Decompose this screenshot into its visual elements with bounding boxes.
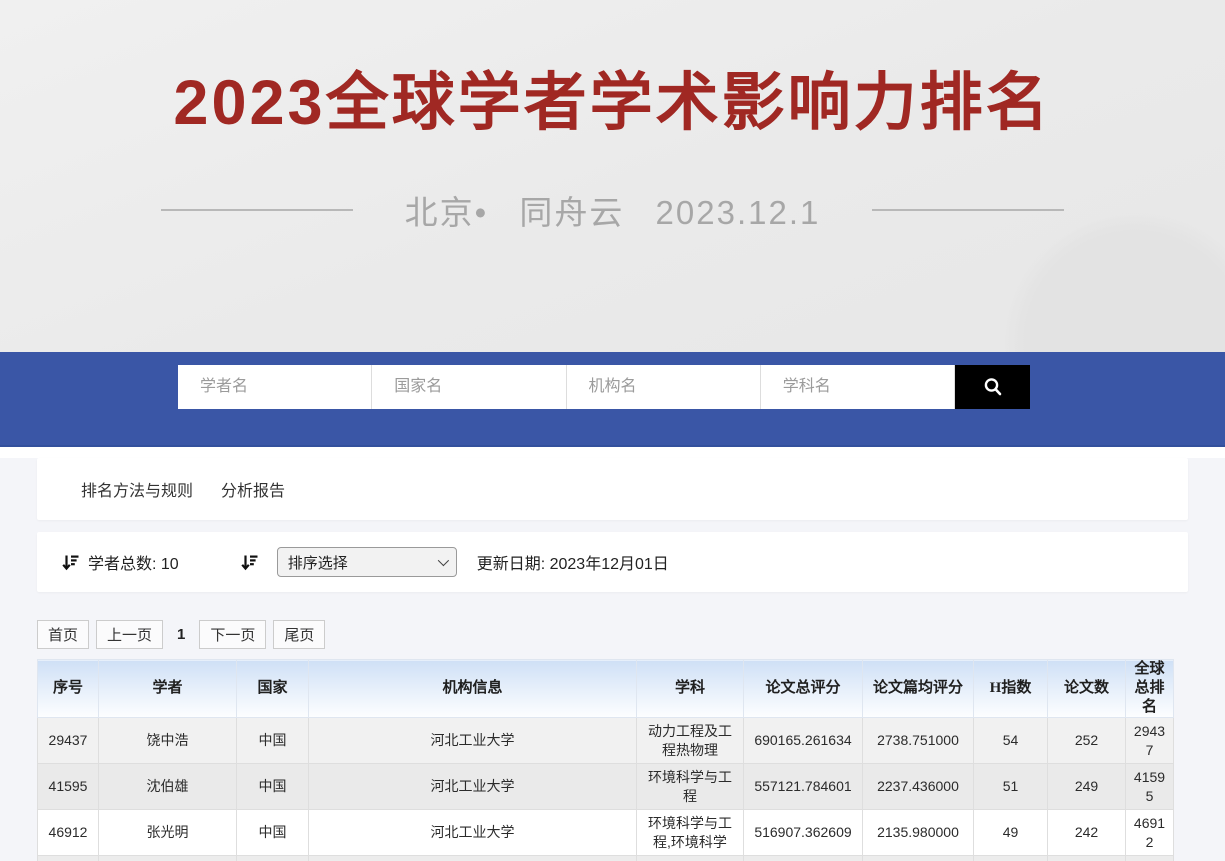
table-cell: 2738.751000 <box>863 718 974 764</box>
table-cell <box>1126 856 1174 861</box>
search-icon <box>982 376 1004 398</box>
pagination-last-button[interactable]: 尾页 <box>273 620 325 649</box>
table-cell <box>637 856 744 861</box>
column-header: 论文篇均评分 <box>863 660 974 718</box>
sort-select-value: 排序选择 <box>288 552 438 573</box>
scholar-total-value: 10 <box>161 556 179 573</box>
table-cell: 46912 <box>38 810 99 856</box>
table-cell: 沈伯雄 <box>99 764 237 810</box>
table-row: 46912张光明中国河北工业大学环境科学与工程,环境科学516907.36260… <box>38 810 1174 856</box>
nav-link-analysis-report[interactable]: 分析报告 <box>221 477 285 501</box>
column-header: 序号 <box>38 660 99 718</box>
table-cell <box>863 856 974 861</box>
pagination: 首页 上一页 1 下一页 尾页 <box>37 620 1188 649</box>
column-header: 全球总排名 <box>1126 660 1174 718</box>
table-cell: 河北工业大学 <box>309 718 637 764</box>
update-date-label: 更新日期: <box>477 556 545 573</box>
table-cell: 51 <box>974 764 1048 810</box>
table-cell: 中国 <box>237 810 309 856</box>
table-cell: 29437 <box>38 718 99 764</box>
table-header-row: 序号学者国家机构信息学科论文总评分论文篇均评分H指数论文数全球总排名 <box>38 660 1174 718</box>
column-header: 国家 <box>237 660 309 718</box>
pagination-current-page: 1 <box>177 626 185 643</box>
search-band <box>0 352 1225 447</box>
page-title: 2023全球学者学术影响力排名 <box>0 52 1225 143</box>
pagination-prev-button[interactable]: 上一页 <box>96 620 163 649</box>
table-cell: 49 <box>974 810 1048 856</box>
subtitle-left-line <box>161 209 353 211</box>
table-cell: 242 <box>1048 810 1126 856</box>
content-area: 排名方法与规则 分析报告 学者总数: 10 排序选择 <box>0 458 1225 861</box>
table-cell <box>974 856 1048 861</box>
table-cell: 环境科学与工程 <box>637 764 744 810</box>
banner: 2023全球学者学术影响力排名 北京• 同舟云 2023.12.1 <box>0 0 1225 352</box>
table-cell: 2135.980000 <box>863 810 974 856</box>
column-header: 论文总评分 <box>744 660 863 718</box>
column-header: 机构信息 <box>309 660 637 718</box>
table-cell: 54 <box>974 718 1048 764</box>
table-cell <box>237 856 309 861</box>
table-cell <box>38 856 99 861</box>
column-header: H指数 <box>974 660 1048 718</box>
table-cell: 557121.784601 <box>744 764 863 810</box>
table-cell: 河北工业大学 <box>309 810 637 856</box>
sort-descending-icon <box>62 554 79 571</box>
table-cell: 46912 <box>1126 810 1174 856</box>
column-header: 学科 <box>637 660 744 718</box>
sort-select[interactable]: 排序选择 <box>277 547 457 577</box>
scholar-total: 学者总数: 10 <box>88 550 179 574</box>
scholar-total-label: 学者总数: <box>88 556 156 573</box>
table-cell: 河北工业大学 <box>309 764 637 810</box>
search-input-subject[interactable] <box>761 365 955 409</box>
nav-card: 排名方法与规则 分析报告 <box>37 458 1188 520</box>
search-input-institution[interactable] <box>567 365 761 409</box>
ranking-table-wrap: 序号学者国家机构信息学科论文总评分论文篇均评分H指数论文数全球总排名 29437… <box>37 659 1188 861</box>
table-row: 41595沈伯雄中国河北工业大学环境科学与工程557121.7846012237… <box>38 764 1174 810</box>
pagination-next-button[interactable]: 下一页 <box>199 620 266 649</box>
ranking-table: 序号学者国家机构信息学科论文总评分论文篇均评分H指数论文数全球总排名 29437… <box>37 659 1174 861</box>
table-cell: 252 <box>1048 718 1126 764</box>
pagination-first-button[interactable]: 首页 <box>37 620 89 649</box>
table-cell <box>309 856 637 861</box>
search-input-country[interactable] <box>372 365 566 409</box>
table-cell: 41595 <box>38 764 99 810</box>
search-box <box>178 365 1030 409</box>
banner-subtitle-text: 北京• 同舟云 2023.12.1 <box>405 186 821 234</box>
table-cell: 690165.261634 <box>744 718 863 764</box>
table-cell: 中国 <box>237 764 309 810</box>
column-header: 论文数 <box>1048 660 1126 718</box>
table-cell: 41595 <box>1126 764 1174 810</box>
toolbar-card: 学者总数: 10 排序选择 更新日期: 2023年12月01日 <box>37 532 1188 592</box>
subtitle-right-line <box>872 209 1064 211</box>
table-cell <box>99 856 237 861</box>
table-cell: 249 <box>1048 764 1126 810</box>
table-cell: 2237.436000 <box>863 764 974 810</box>
nav-link-ranking-method[interactable]: 排名方法与规则 <box>81 477 193 501</box>
table-cell: 29437 <box>1126 718 1174 764</box>
table-cell: 环境科学与工程,环境科学 <box>637 810 744 856</box>
banner-subtitle: 北京• 同舟云 2023.12.1 <box>0 186 1225 234</box>
table-cell: 中国 <box>237 718 309 764</box>
chevron-down-icon <box>437 555 448 566</box>
table-cell: 饶中浩 <box>99 718 237 764</box>
table-cell: 动力工程及工程热物理 <box>637 718 744 764</box>
table-row: 29437饶中浩中国河北工业大学动力工程及工程热物理690165.2616342… <box>38 718 1174 764</box>
table-row-partial <box>38 856 1174 861</box>
update-date: 更新日期: 2023年12月01日 <box>477 550 669 574</box>
sort-descending-icon <box>241 554 258 571</box>
table-cell: 张光明 <box>99 810 237 856</box>
table-cell <box>744 856 863 861</box>
column-header: 学者 <box>99 660 237 718</box>
table-cell <box>1048 856 1126 861</box>
search-input-scholar[interactable] <box>178 365 372 409</box>
search-button[interactable] <box>955 365 1030 409</box>
table-cell: 516907.362609 <box>744 810 863 856</box>
update-date-value: 2023年12月01日 <box>550 556 669 573</box>
